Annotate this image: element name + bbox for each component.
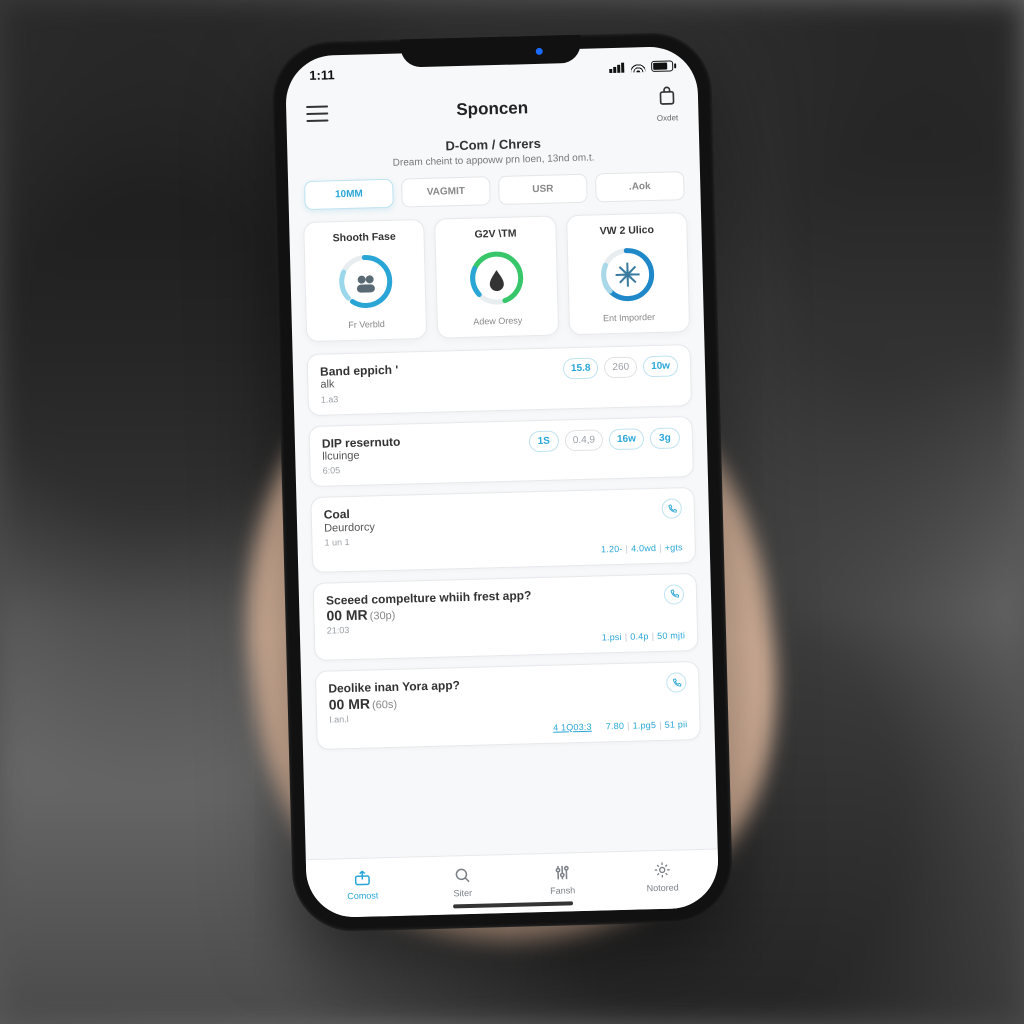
nav-label: Comost: [313, 889, 413, 902]
battery-icon: [651, 60, 673, 72]
value-pill: 15.8: [563, 357, 599, 379]
gauge-title: Shooth Fase: [312, 230, 416, 245]
cart-button[interactable]: Oxdet: [656, 85, 679, 123]
value-pill: 3g: [650, 427, 681, 449]
nav-notored[interactable]: Notored: [612, 858, 713, 895]
gauge-dial-icon: [595, 242, 661, 308]
nav-comost[interactable]: Comost: [312, 865, 413, 902]
list-row-0[interactable]: Band eppich ' alk 1.a3 15.826010w: [307, 344, 692, 416]
signal-icon: [609, 62, 625, 72]
gauge-label: Ent Imporder: [577, 311, 681, 324]
app-screen: 1:11 Sponcen Oxdet: [285, 46, 719, 918]
nav-label: Notored: [613, 882, 713, 895]
value-pill: 16w: [609, 428, 644, 450]
data-list: Band eppich ' alk 1.a3 15.826010w DIP re…: [293, 344, 715, 750]
phone-icon[interactable]: [661, 498, 682, 519]
list-row-3[interactable]: Sceeed compelture whiih frest app? 00 MR…: [313, 573, 699, 661]
bottom-nav: Comost Siter Fansh Notored: [306, 848, 719, 918]
status-right: [609, 60, 673, 73]
gauge-label: Adew Oresy: [446, 315, 550, 328]
pill-group: 1S0.4,916w 3g: [529, 427, 681, 452]
nav-label: Fansh: [513, 884, 613, 897]
gauge-title: VW 2 Ulico: [575, 223, 679, 238]
gauge-dial-icon: [464, 245, 530, 311]
tab-3[interactable]: .Aok: [595, 171, 685, 202]
wifi-icon: [631, 62, 645, 72]
gauge-label: Fr Verbld: [315, 318, 419, 331]
search-icon: [412, 863, 513, 888]
upload-icon: [312, 865, 413, 890]
value-pill: 260: [604, 356, 637, 378]
tab-0[interactable]: 10MM: [304, 179, 394, 210]
nav-fansh[interactable]: Fansh: [512, 860, 613, 897]
gauge-dial-icon: [333, 249, 399, 315]
tab-2[interactable]: USR: [498, 174, 588, 205]
value-pill: 0.4,9: [565, 429, 604, 451]
gauge-title: G2V \TM: [444, 227, 548, 242]
phone-icon[interactable]: [664, 584, 685, 605]
list-row-1[interactable]: DIP resernuto llcuinge 6:05 1S0.4,916w3g: [308, 416, 693, 488]
gauge-row: Shooth Fase Fr Verbld G2V \TM Adew Oresy…: [289, 212, 704, 355]
gauge-card-1[interactable]: G2V \TM Adew Oresy: [434, 216, 558, 339]
value-pill: 10w: [643, 355, 678, 377]
gauge-card-0[interactable]: Shooth Fase Fr Verbld: [303, 219, 427, 342]
nav-label: Siter: [413, 887, 513, 900]
app-title: Sponcen: [456, 98, 528, 120]
tab-1[interactable]: VAGMIT: [401, 176, 491, 207]
gauge-card-2[interactable]: VW 2 Ulico Ent Imporder: [566, 212, 690, 335]
list-row-2[interactable]: Coal Deurdorcy 1 un 1 1.20-|4.0wd|+gts: [310, 487, 696, 573]
phone-notch: [400, 35, 581, 68]
sliders-icon: [512, 860, 613, 885]
list-row-4[interactable]: Deolike inan Yora app? 00 MR(60s) I.an.l…: [315, 661, 701, 749]
cart-label: Oxdet: [656, 113, 678, 123]
nav-siter[interactable]: Siter: [412, 863, 513, 900]
phone-icon[interactable]: [666, 672, 687, 693]
status-time: 1:11: [309, 67, 335, 83]
cart-icon: [656, 94, 678, 112]
pill-group: 15.8260 10w: [563, 355, 679, 379]
phone-frame: 1:11 Sponcen Oxdet: [270, 31, 733, 932]
menu-icon[interactable]: [306, 105, 328, 122]
sparkle-icon: [612, 858, 713, 883]
value-pill: 1S: [529, 430, 560, 452]
